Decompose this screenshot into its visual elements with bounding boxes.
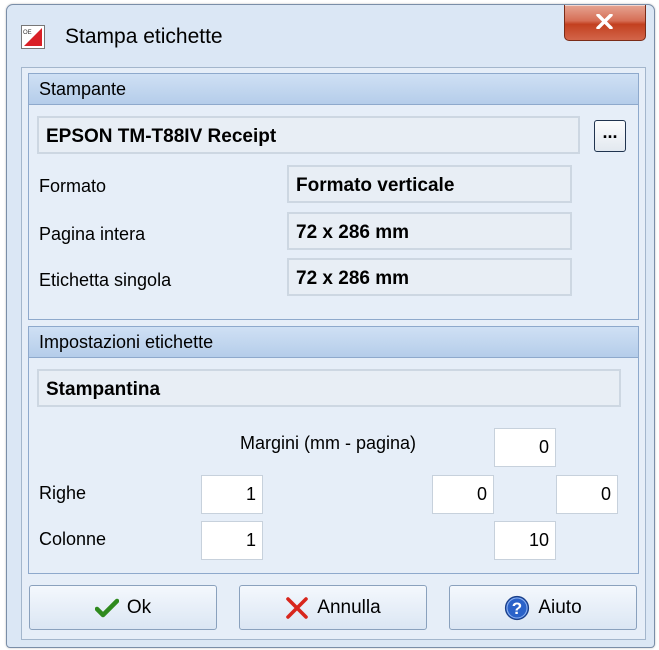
label-settings-group: Impostazioni etichette Stampantina Margi… [28,326,639,574]
browse-printer-button[interactable]: ... [594,120,626,152]
printer-name-field: EPSON TM-T88IV Receipt [37,116,580,154]
help-button-label: Aiuto [538,596,582,618]
margin-left-input[interactable]: 0 [432,475,494,514]
columns-input[interactable]: 1 [201,521,263,560]
svg-text:OE: OE [23,30,32,36]
app-logo-icon: OE [21,25,45,49]
full-page-value: 72 x 286 mm [287,212,572,250]
cancel-button[interactable]: Annulla [239,585,427,630]
format-value: Formato verticale [287,165,572,203]
single-label-value: 72 x 286 mm [287,258,572,296]
window-title: Stampa etichette [65,25,223,48]
dialog-window: OE Stampa etichette Stampante EPSON TM-T… [6,4,655,648]
single-label-label: Etichetta singola [39,270,172,290]
help-button[interactable]: ? Aiuto [449,585,637,630]
columns-label: Colonne [39,529,107,549]
help-question-icon: ? [505,595,530,620]
label-preset-field[interactable]: Stampantina [37,369,621,407]
ok-button-label: Ok [126,596,152,618]
title-bar: OE Stampa etichette [7,5,654,67]
printer-group: Stampante EPSON TM-T88IV Receipt ... For… [28,73,639,320]
cancel-button-label: Annulla [317,596,381,618]
checkmark-icon [94,598,119,617]
dialog-body: Stampante EPSON TM-T88IV Receipt ... For… [21,67,646,640]
close-icon [596,14,613,29]
svg-text:?: ? [512,599,522,618]
margin-top-input[interactable]: 0 [494,428,556,467]
format-label: Formato [39,176,107,196]
margins-label: Margini (mm - pagina) [240,433,417,453]
printer-group-header: Stampante [29,74,638,105]
ok-button[interactable]: Ok [29,585,217,630]
margin-right-input[interactable]: 0 [556,475,618,514]
close-button[interactable] [564,5,646,41]
rows-label: Righe [39,483,87,503]
label-settings-header: Impostazioni etichette [29,327,638,358]
rows-input[interactable]: 1 [201,475,263,514]
margin-bottom-input[interactable]: 10 [494,521,556,560]
full-page-label: Pagina intera [39,224,146,244]
cancel-x-icon [286,596,309,619]
